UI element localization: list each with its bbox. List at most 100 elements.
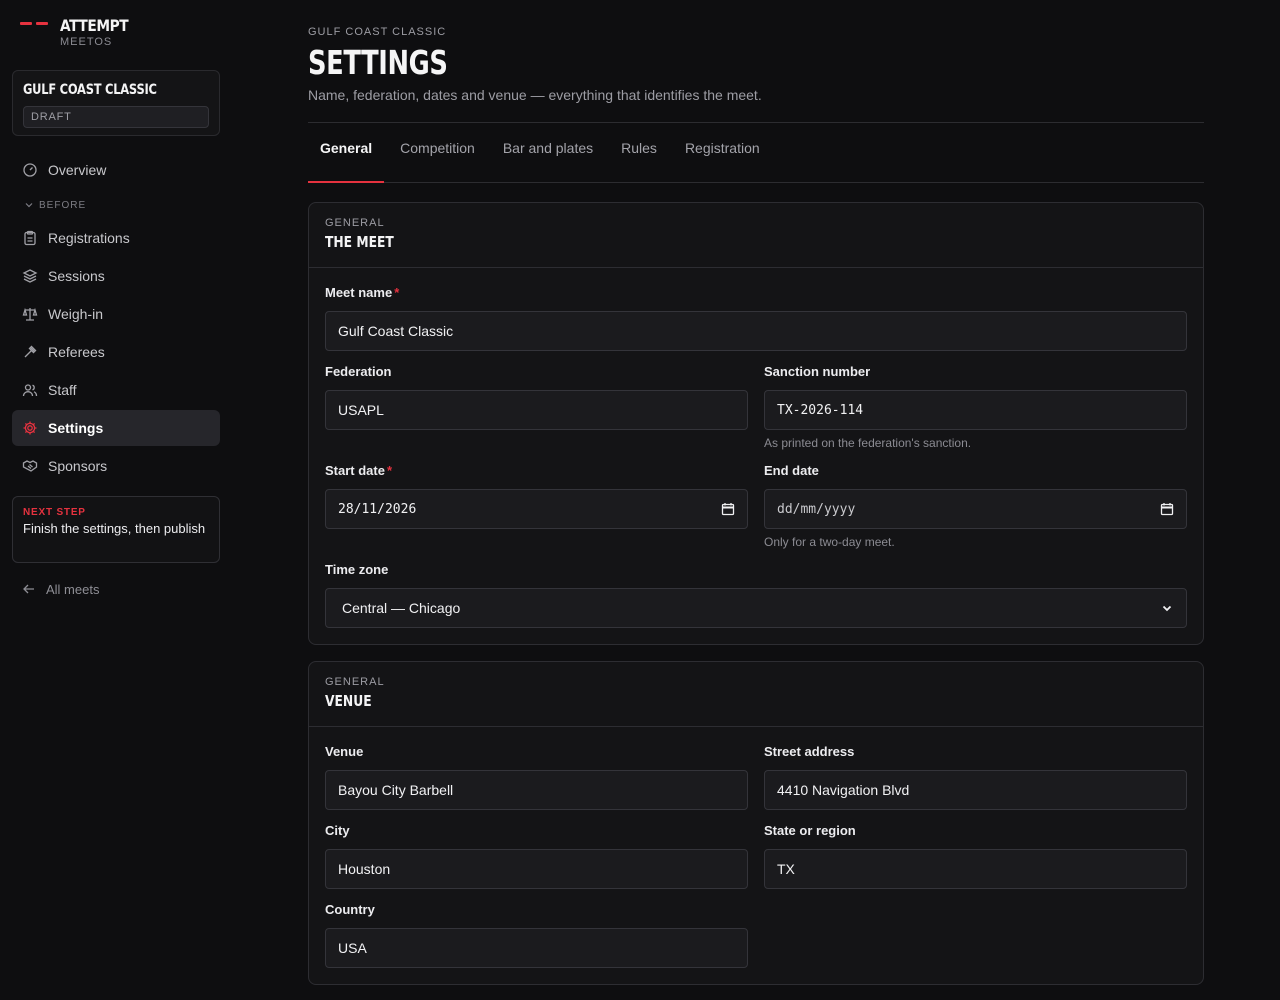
chevron-down-icon bbox=[25, 203, 33, 208]
tab-bar-and-plates[interactable]: Bar and plates bbox=[491, 140, 605, 182]
page-subtitle: Name, federation, dates and venue — ever… bbox=[308, 87, 762, 103]
state-label: State or region bbox=[764, 823, 856, 838]
meet-name-input[interactable]: Gulf Coast Classic bbox=[325, 311, 1187, 351]
sidebar-item-label: Referees bbox=[48, 344, 105, 360]
street-address-input[interactable]: 4410 Navigation Blvd bbox=[764, 770, 1187, 810]
meet-name-label: Meet name bbox=[325, 285, 393, 300]
next-step-text: Finish the settings, then publish bbox=[23, 521, 206, 536]
time-zone-select[interactable]: Central — Chicago bbox=[325, 588, 1187, 628]
end-date-hint: Only for a two-day meet. bbox=[764, 535, 895, 549]
card-eyebrow: GENERAL bbox=[325, 676, 385, 688]
sidebar-item-label: Sponsors bbox=[48, 458, 108, 474]
arrow-left-icon bbox=[23, 584, 34, 594]
breadcrumb: GULF COAST CLASSIC bbox=[308, 26, 447, 38]
card-eyebrow: GENERAL bbox=[325, 217, 385, 229]
brand-logo-icon bbox=[20, 22, 48, 25]
meet-switcher[interactable]: GULF COAST CLASSIC DRAFT bbox=[12, 70, 220, 136]
card-title: THE MEET bbox=[325, 233, 394, 251]
meet-name: GULF COAST CLASSIC bbox=[23, 82, 157, 98]
street-address-field: Street address 4410 Navigation Blvd bbox=[764, 743, 1187, 810]
brand-subtitle: MEETOS bbox=[60, 36, 113, 48]
country-input[interactable]: USA bbox=[325, 928, 748, 968]
sidebar-item-label: Staff bbox=[48, 382, 77, 398]
settings-tabs: General Competition Bar and plates Rules… bbox=[308, 123, 1204, 183]
handshake-icon bbox=[22, 458, 38, 474]
calendar-icon[interactable] bbox=[1160, 502, 1174, 516]
time-zone-field: Time zone Central — Chicago bbox=[325, 561, 1187, 628]
start-date-input[interactable]: 28/11/2026 bbox=[325, 489, 748, 529]
city-label: City bbox=[325, 823, 350, 838]
clipboard-icon bbox=[22, 230, 38, 246]
scale-icon bbox=[22, 306, 38, 322]
main-content: GULF COAST CLASSIC SETTINGS Name, federa… bbox=[232, 0, 1280, 1000]
sidebar-item-label: Registrations bbox=[48, 230, 130, 246]
required-marker: * bbox=[386, 463, 393, 478]
all-meets-label: All meets bbox=[46, 581, 100, 597]
country-field: Country USA bbox=[325, 901, 748, 968]
city-field: City Houston bbox=[325, 822, 748, 889]
sanction-number-field: Sanction number TX-2026-114 As printed o… bbox=[764, 363, 1187, 450]
users-icon bbox=[22, 382, 38, 398]
card-header: GENERAL THE MEET bbox=[309, 203, 1203, 268]
venue-field: Venue Bayou City Barbell bbox=[325, 743, 748, 810]
sidebar-item-label: Settings bbox=[48, 420, 104, 436]
sidebar-item-staff[interactable]: Staff bbox=[12, 372, 220, 408]
venue-card: GENERAL VENUE Venue Bayou City Barbell S… bbox=[308, 661, 1204, 985]
meet-card: GENERAL THE MEET Meet name * Gulf Coast C… bbox=[308, 202, 1204, 645]
sidebar-item-label: Sessions bbox=[48, 268, 105, 284]
calendar-icon[interactable] bbox=[721, 502, 735, 516]
required-marker: * bbox=[394, 285, 400, 300]
sidebar-item-sessions[interactable]: Sessions bbox=[12, 258, 220, 294]
gavel-icon bbox=[22, 344, 38, 360]
nav-section-before[interactable]: BEFORE bbox=[12, 190, 220, 220]
all-meets-link[interactable]: All meets bbox=[12, 579, 220, 599]
state-input[interactable]: TX bbox=[764, 849, 1187, 889]
chevron-down-icon bbox=[1162, 605, 1172, 612]
tab-registration[interactable]: Registration bbox=[673, 140, 772, 182]
brand[interactable]: ATTEMPT MEETOS bbox=[12, 16, 220, 70]
next-step-label: NEXT STEP bbox=[23, 507, 86, 518]
sanction-hint: As printed on the federation's sanction. bbox=[764, 436, 972, 450]
brand-name: ATTEMPT bbox=[60, 16, 129, 35]
next-step-callout[interactable]: NEXT STEP Finish the settings, then publ… bbox=[12, 496, 220, 563]
sidebar: ATTEMPT MEETOS GULF COAST CLASSIC DRAFT … bbox=[0, 0, 232, 1000]
status-badge: DRAFT bbox=[23, 106, 209, 128]
tab-rules[interactable]: Rules bbox=[609, 140, 669, 182]
country-label: Country bbox=[325, 902, 375, 917]
card-title: VENUE bbox=[325, 692, 372, 710]
street-address-label: Street address bbox=[764, 744, 855, 759]
end-date-field: End date dd/mm/yyyy Only for a two-day m… bbox=[764, 462, 1187, 549]
sidebar-item-settings[interactable]: Settings bbox=[12, 410, 220, 446]
sidebar-item-overview[interactable]: Overview bbox=[12, 152, 220, 188]
sidebar-item-label: Overview bbox=[48, 162, 107, 178]
gear-icon bbox=[22, 420, 38, 436]
app-root: ATTEMPT MEETOS GULF COAST CLASSIC DRAFT … bbox=[0, 0, 1280, 1000]
sidebar-nav: Overview BEFORE Registrations Sessions W… bbox=[12, 152, 220, 484]
tab-general[interactable]: General bbox=[308, 140, 385, 183]
sidebar-item-registrations[interactable]: Registrations bbox=[12, 220, 220, 256]
layers-icon bbox=[22, 268, 38, 284]
page-title: SETTINGS bbox=[308, 43, 448, 82]
nav-section-label: BEFORE bbox=[39, 199, 87, 211]
city-input[interactable]: Houston bbox=[325, 849, 748, 889]
start-date-label: Start date bbox=[325, 463, 385, 478]
federation-input[interactable]: USAPL bbox=[325, 390, 748, 430]
sidebar-item-sponsors[interactable]: Sponsors bbox=[12, 448, 220, 484]
meet-name-field: Meet name * Gulf Coast Classic bbox=[325, 284, 1187, 351]
start-date-field: Start date * 28/11/2026 bbox=[325, 462, 748, 549]
sidebar-item-referees[interactable]: Referees bbox=[12, 334, 220, 370]
venue-input[interactable]: Bayou City Barbell bbox=[325, 770, 748, 810]
end-date-input[interactable]: dd/mm/yyyy bbox=[764, 489, 1187, 529]
sidebar-item-weigh-in[interactable]: Weigh-in bbox=[12, 296, 220, 332]
sanction-number-input[interactable]: TX-2026-114 bbox=[764, 390, 1187, 430]
state-field: State or region TX bbox=[764, 822, 1187, 889]
sanction-number-label: Sanction number bbox=[764, 364, 871, 379]
federation-label: Federation bbox=[325, 364, 392, 379]
gauge-icon bbox=[22, 162, 38, 178]
card-header: GENERAL VENUE bbox=[309, 662, 1203, 727]
time-zone-label: Time zone bbox=[325, 562, 389, 577]
federation-field: Federation USAPL bbox=[325, 363, 748, 450]
venue-label: Venue bbox=[325, 744, 364, 759]
sidebar-item-label: Weigh-in bbox=[48, 306, 103, 322]
tab-competition[interactable]: Competition bbox=[388, 140, 487, 182]
